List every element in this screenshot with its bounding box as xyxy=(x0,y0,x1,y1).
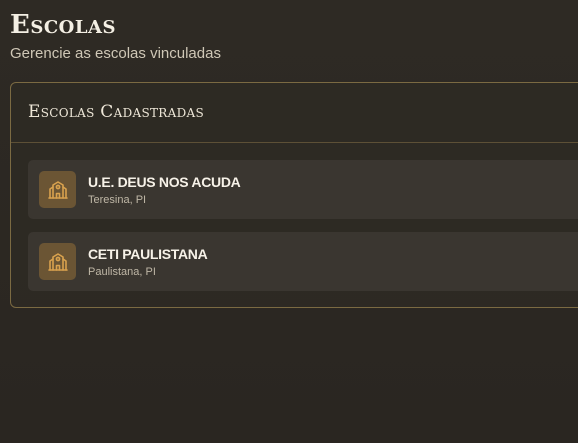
page-subtitle: Gerencie as escolas vinculadas xyxy=(10,45,221,62)
school-list-item[interactable]: CETI PAULISTANA Paulistana, PI xyxy=(28,232,578,291)
school-building-icon xyxy=(39,243,76,280)
school-name: CETI PAULISTANA xyxy=(88,246,208,262)
school-location: Teresina, PI xyxy=(88,194,147,206)
school-list-item[interactable]: U.E. DEUS NOS ACUDA Teresina, PI xyxy=(28,160,578,219)
card-header: Escolas Cadastradas xyxy=(11,83,578,143)
page-title: Escolas xyxy=(10,10,116,40)
school-list: U.E. DEUS NOS ACUDA Teresina, PI CETI PA… xyxy=(28,160,578,304)
card-title: Escolas Cadastradas xyxy=(28,102,205,122)
schools-card: Escolas Cadastradas U.E. DEUS NOS ACUDA … xyxy=(10,82,578,308)
school-name: U.E. DEUS NOS ACUDA xyxy=(88,174,241,190)
school-building-icon xyxy=(39,171,76,208)
school-location: Paulistana, PI xyxy=(88,266,156,278)
